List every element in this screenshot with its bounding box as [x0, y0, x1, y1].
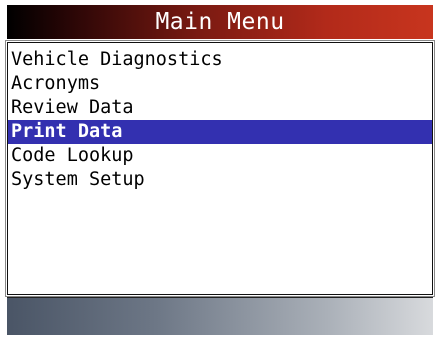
menu-item-print-data[interactable]: Print Data: [8, 120, 432, 144]
main-menu-panel: Vehicle Diagnostics Acronyms Review Data…: [5, 40, 435, 297]
title-bar: Main Menu: [7, 5, 433, 39]
page-title: Main Menu: [155, 9, 285, 35]
menu-item-system-setup[interactable]: System Setup: [8, 168, 432, 192]
menu-item-review-data[interactable]: Review Data: [8, 96, 432, 120]
menu-item-vehicle-diagnostics[interactable]: Vehicle Diagnostics: [8, 48, 432, 72]
scan-tool-screen: Main Menu Vehicle Diagnostics Acronyms R…: [0, 0, 440, 339]
main-menu-list: Vehicle Diagnostics Acronyms Review Data…: [8, 48, 432, 192]
menu-item-code-lookup[interactable]: Code Lookup: [8, 144, 432, 168]
menu-item-acronyms[interactable]: Acronyms: [8, 72, 432, 96]
status-bar: [7, 297, 433, 335]
